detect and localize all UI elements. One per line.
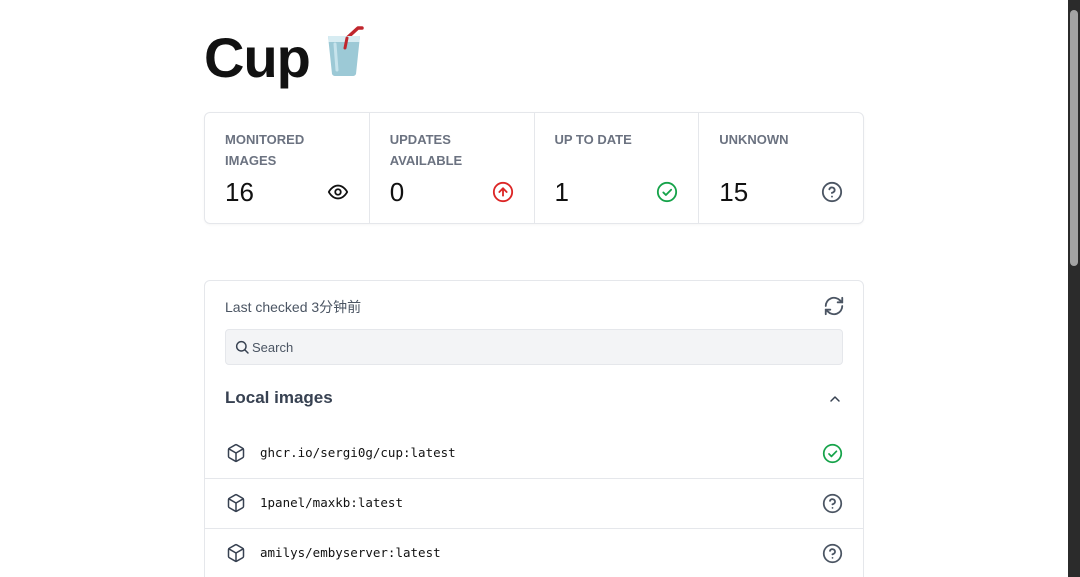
stat-label: MONITORED IMAGES bbox=[225, 132, 305, 168]
stat-value: 1 bbox=[554, 177, 569, 207]
stat-value: 16 bbox=[225, 177, 254, 207]
arrow-up-circle-icon bbox=[492, 181, 513, 203]
stat-value: 0 bbox=[389, 177, 405, 207]
image-name: ghcr.io/sergi0g/cup:latest bbox=[260, 445, 456, 460]
image-name: 1panel/maxkb:latest bbox=[260, 495, 403, 510]
check-circle-icon bbox=[822, 443, 843, 464]
check-circle-icon bbox=[657, 181, 678, 203]
box-icon bbox=[227, 543, 245, 563]
search-input[interactable] bbox=[252, 330, 832, 364]
stat-label: UPDATES AVAILABLE bbox=[389, 132, 463, 168]
search-icon bbox=[235, 340, 249, 354]
scrollbar[interactable] bbox=[1068, 0, 1080, 577]
image-row[interactable]: amilys/embyserver:latest bbox=[205, 529, 863, 577]
stat-up-to-date: UP TO DATE 1 bbox=[533, 113, 699, 223]
box-icon bbox=[227, 493, 245, 513]
search-box[interactable] bbox=[225, 329, 843, 365]
stat-label: UNKNOWN bbox=[719, 132, 789, 147]
last-checked-text: Last checked 3分钟前 bbox=[225, 299, 362, 315]
images-card: Last checked 3分钟前 Local images bbox=[204, 280, 864, 577]
list-header: Last checked 3分钟前 bbox=[205, 281, 863, 329]
stats-card: MONITORED IMAGES 16 UPDATES AVAILABLE 0 … bbox=[204, 112, 864, 224]
image-row[interactable]: 1panel/maxkb:latest bbox=[205, 479, 863, 529]
stat-updates-available: UPDATES AVAILABLE 0 bbox=[368, 113, 534, 223]
stat-monitored-images: MONITORED IMAGES 16 bbox=[205, 113, 369, 223]
main-container: Cup MONITORED IMAGES 16 UPDATES AVAILABL… bbox=[204, 0, 864, 577]
help-circle-icon bbox=[822, 543, 843, 564]
stat-value: 15 bbox=[719, 177, 749, 207]
chevron-up-icon[interactable] bbox=[827, 391, 843, 407]
stat-unknown: UNKNOWN 15 bbox=[698, 113, 863, 223]
app-title: Cup bbox=[204, 25, 311, 89]
help-circle-icon bbox=[822, 493, 843, 514]
section-title: Local images bbox=[225, 388, 333, 407]
scrollbar-thumb[interactable] bbox=[1070, 10, 1078, 266]
stat-label: UP TO DATE bbox=[554, 132, 632, 147]
refresh-icon[interactable] bbox=[823, 295, 845, 317]
page: Cup MONITORED IMAGES 16 UPDATES AVAILABL… bbox=[0, 0, 1080, 577]
eye-icon bbox=[327, 184, 348, 200]
image-name: amilys/embyserver:latest bbox=[260, 545, 441, 560]
cup-logo-icon bbox=[322, 24, 368, 83]
box-icon bbox=[227, 443, 245, 463]
help-circle-icon bbox=[821, 181, 843, 203]
local-images-section-header[interactable]: Local images bbox=[205, 365, 863, 429]
header: Cup bbox=[204, 0, 864, 112]
image-row[interactable]: ghcr.io/sergi0g/cup:latest bbox=[205, 429, 863, 479]
